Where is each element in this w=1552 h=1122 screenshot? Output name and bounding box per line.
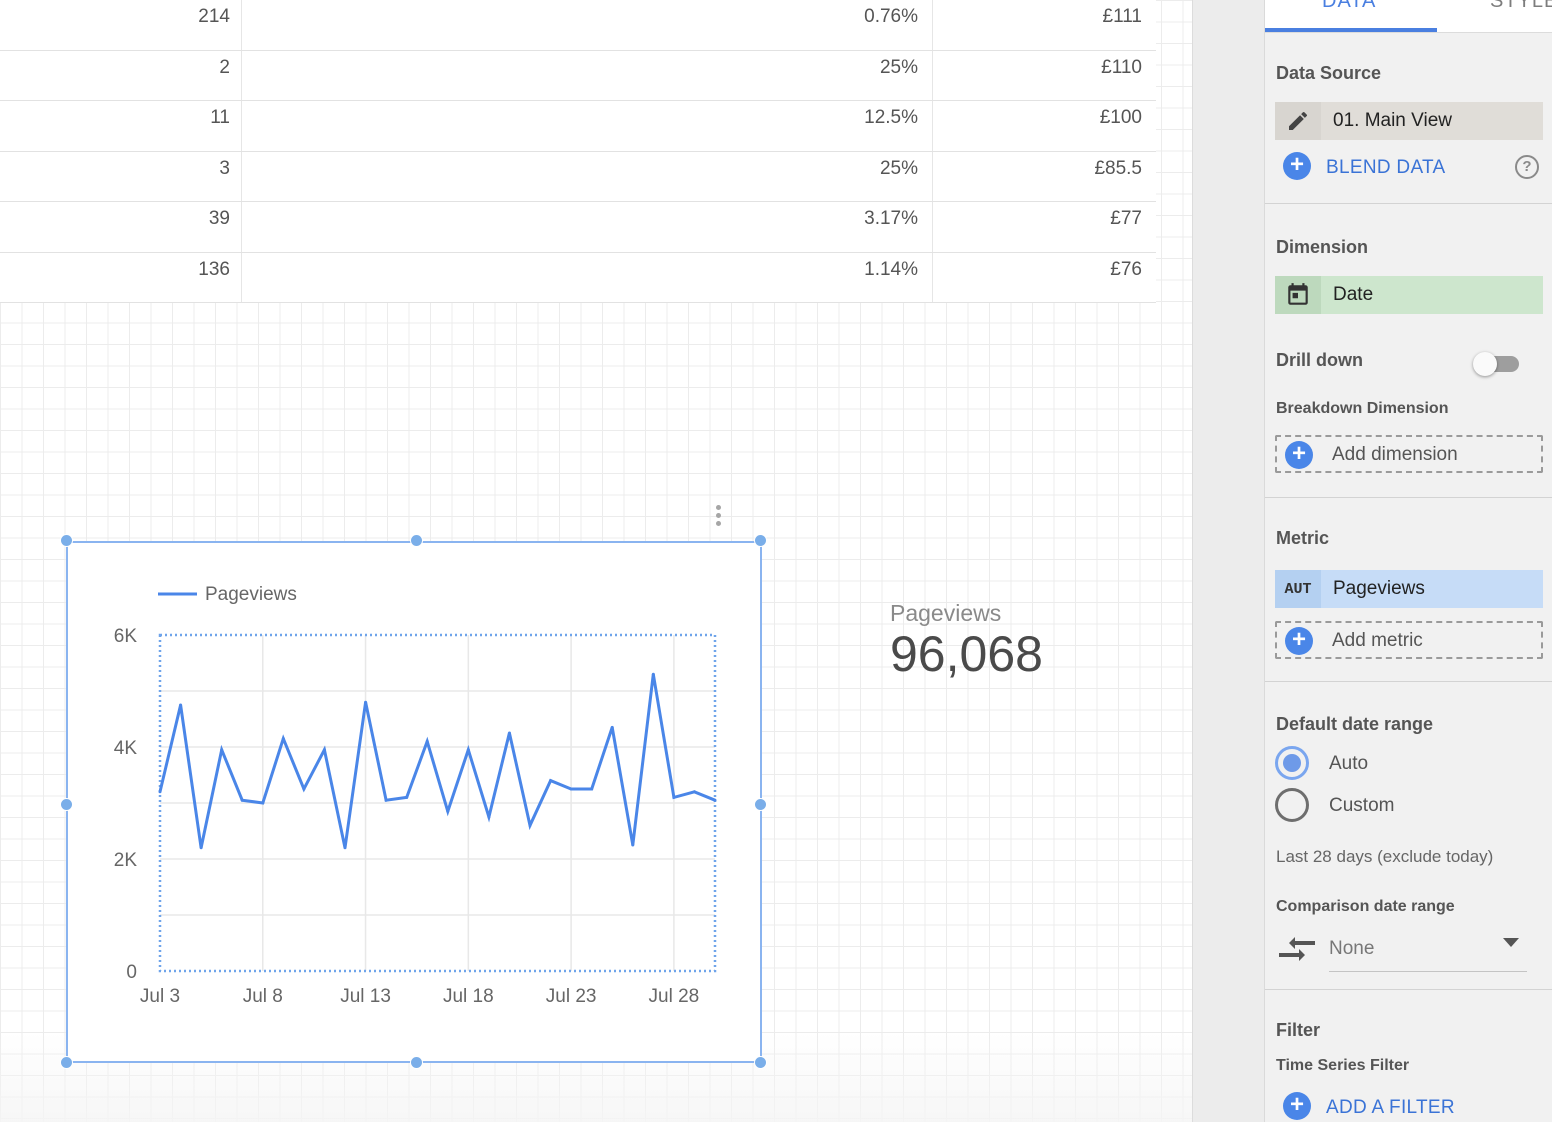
x-tick-label: Jul 28 [649, 986, 700, 1007]
data-point [487, 815, 491, 819]
tab-data[interactable]: DATA [1322, 0, 1376, 13]
data-point [672, 795, 676, 799]
panel-tabs: DATA STYLE [1265, 0, 1552, 33]
add-dimension-button[interactable]: + Add dimension [1275, 435, 1543, 473]
time-series-filter-title: Time Series Filter [1276, 1057, 1410, 1074]
y-tick-label: 6K [114, 626, 138, 647]
x-tick-label: Jul 18 [443, 986, 494, 1007]
metric-section: Metric AUT Pageviews + Add metric [1265, 497, 1552, 681]
data-point [322, 748, 326, 752]
data-source-chip[interactable]: 01. Main View [1275, 102, 1543, 140]
data-point [631, 843, 635, 847]
breakdown-dimension-title: Breakdown Dimension [1276, 400, 1449, 417]
data-point [158, 790, 162, 794]
data-point [179, 703, 183, 707]
comparison-dropdown[interactable]: None [1329, 934, 1527, 972]
data-point [220, 748, 224, 752]
filter-section: Filter Time Series Filter + ADD A FILTER [1265, 989, 1552, 1122]
x-tick-label: Jul 23 [546, 986, 597, 1007]
data-point [713, 798, 717, 802]
drill-down-toggle[interactable] [1473, 352, 1521, 376]
x-tick-label: Jul 13 [340, 986, 391, 1007]
data-point [651, 672, 655, 676]
active-tab-indicator [1265, 28, 1437, 32]
default-date-range-title: Default date range [1276, 714, 1434, 734]
comparison-value: None [1329, 938, 1375, 959]
add-filter-icon[interactable]: + [1283, 1092, 1311, 1120]
properties-panel: DATA STYLE Data Source 01. Main View + B… [1264, 0, 1552, 1122]
data-point [610, 725, 614, 729]
scorecard[interactable]: Pageviews 96,068 [890, 600, 1043, 683]
date-range-section: Default date range Auto Custom Last 28 d… [1265, 681, 1552, 989]
series-line-pageviews [158, 673, 716, 849]
x-tick-label: Jul 3 [140, 986, 180, 1007]
data-point [528, 823, 532, 827]
help-icon[interactable]: ? [1515, 155, 1539, 179]
scorecard-value: 96,068 [890, 626, 1043, 682]
data-point [384, 798, 388, 802]
blend-data-link[interactable]: BLEND DATA [1326, 157, 1446, 179]
data-point [549, 779, 553, 783]
radio-auto-label: Auto [1329, 753, 1369, 774]
data-point [343, 846, 347, 850]
metric-title: Metric [1276, 528, 1330, 548]
data-point [507, 731, 511, 735]
drill-down-label: Drill down [1276, 350, 1363, 370]
aggregation-type-badge[interactable]: AUT [1275, 570, 1321, 608]
data-point [302, 787, 306, 791]
dimension-name: Date [1333, 284, 1374, 305]
data-point [590, 787, 594, 791]
pencil-icon[interactable] [1275, 102, 1321, 140]
y-tick-label: 0 [126, 962, 137, 983]
filter-title: Filter [1276, 1020, 1321, 1040]
comparison-date-range-title: Comparison date range [1276, 898, 1455, 915]
date-range-note: Last 28 days (exclude today) [1276, 847, 1494, 866]
data-point [240, 798, 244, 802]
dimension-title: Dimension [1276, 237, 1369, 257]
metric-chip[interactable]: AUT Pageviews [1275, 570, 1543, 608]
add-metric-button[interactable]: + Add metric [1275, 621, 1543, 659]
legend-label: Pageviews [205, 584, 297, 605]
calendar-icon [1275, 276, 1321, 314]
data-point [466, 748, 470, 752]
compare-arrows-icon [1277, 934, 1317, 969]
canvas-gutter [1192, 0, 1264, 1122]
data-source-name: 01. Main View [1333, 110, 1452, 131]
add-filter-link[interactable]: ADD A FILTER [1326, 1097, 1455, 1119]
y-tick-label: 4K [114, 738, 138, 759]
add-dimension-icon: + [1285, 441, 1313, 469]
data-point [261, 801, 265, 805]
tab-style[interactable]: STYLE [1490, 0, 1552, 13]
add-dimension-label: Add dimension [1332, 444, 1458, 465]
data-point [364, 700, 368, 704]
data-point [569, 787, 573, 791]
radio-custom-label: Custom [1329, 795, 1395, 816]
data-point [446, 809, 450, 813]
x-tick-label: Jul 8 [243, 986, 283, 1007]
data-point [692, 790, 696, 794]
blend-data-add-icon[interactable]: + [1283, 152, 1311, 180]
data-source-section: Data Source 01. Main View + BLEND DATA ? [1265, 33, 1552, 203]
data-source-title: Data Source [1276, 63, 1382, 83]
data-point [405, 795, 409, 799]
dimension-section: Dimension Date Drill down Breakdown Dime… [1265, 203, 1552, 497]
data-point [425, 739, 429, 743]
chart-svg: 0 2K 4K 6K Jul 3 Jul 8 Jul 13 Jul 18 Jul 23 Jul 2… [114, 584, 717, 1007]
radio-custom[interactable] [1275, 788, 1309, 822]
y-tick-label: 2K [114, 850, 138, 871]
scorecard-label: Pageviews [890, 600, 1002, 626]
report-canvas[interactable]: 214 0.76% £111 2 25% £110 11 12.5% £100 … [0, 0, 1192, 1122]
dropdown-arrow-icon [1503, 938, 1519, 947]
add-metric-label: Add metric [1332, 630, 1423, 651]
data-point [199, 846, 203, 850]
add-metric-icon: + [1285, 627, 1313, 655]
data-point [281, 737, 285, 741]
metric-name: Pageviews [1333, 578, 1425, 599]
radio-auto[interactable] [1275, 746, 1309, 780]
dimension-chip[interactable]: Date [1275, 276, 1543, 314]
